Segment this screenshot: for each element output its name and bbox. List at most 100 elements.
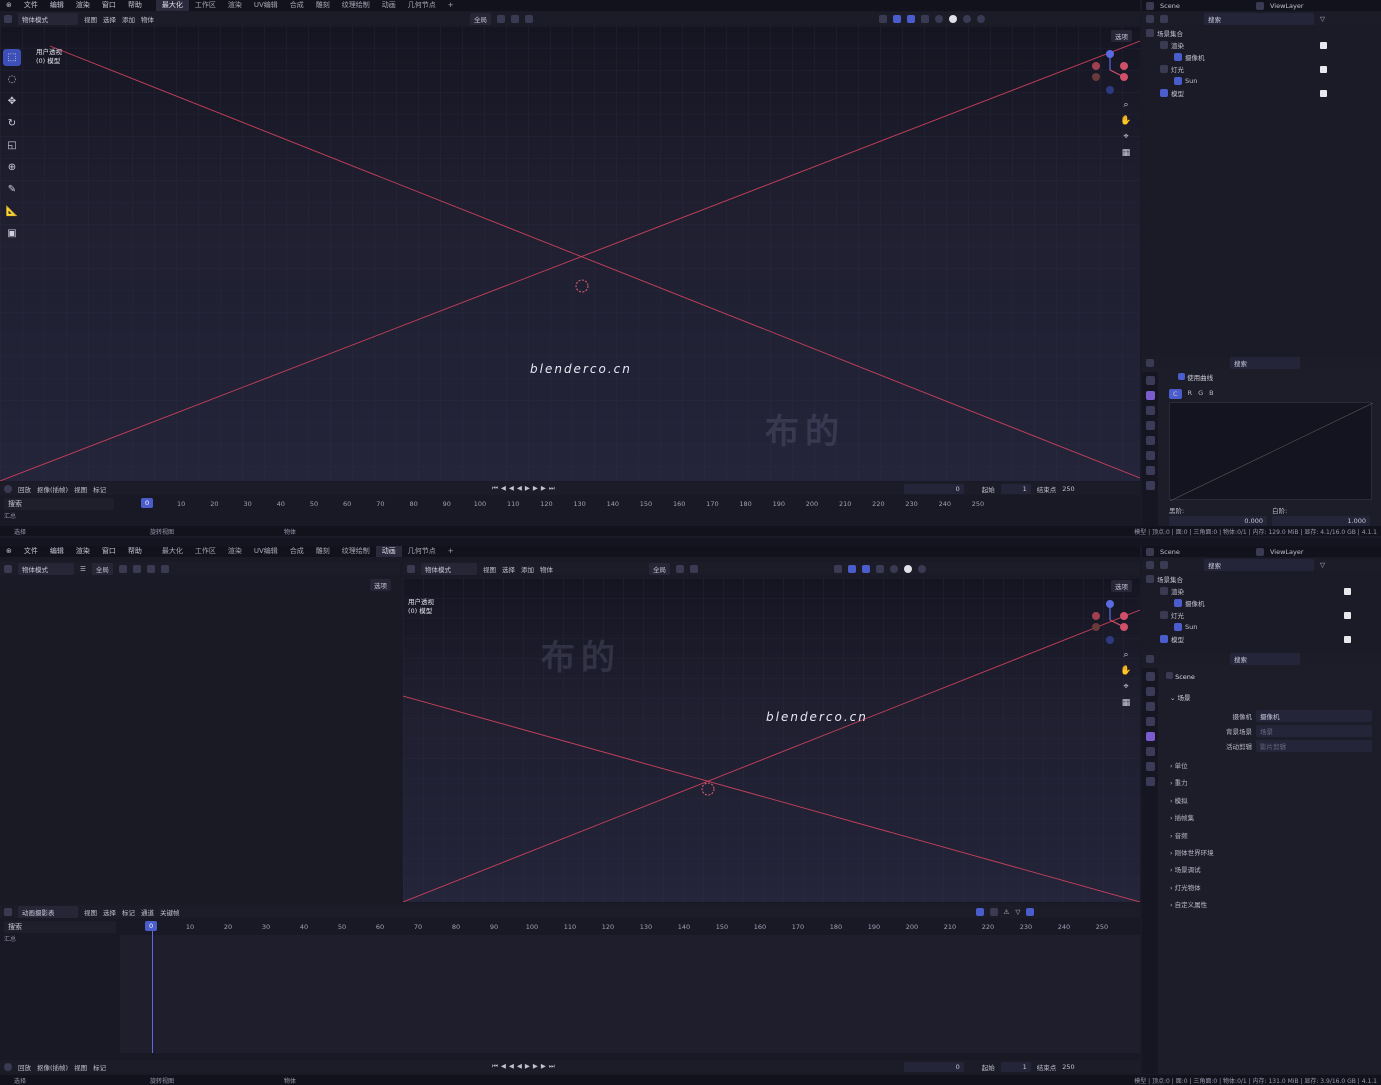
gizmo-icon[interactable] <box>848 564 856 573</box>
properties-search[interactable]: 搜索 <box>1230 652 1300 665</box>
only-selected-icon[interactable] <box>975 907 984 916</box>
end-frame-field[interactable]: 250 <box>1062 1063 1074 1071</box>
background-scene-field[interactable]: 场景 <box>1256 725 1372 737</box>
gizmo-icon[interactable] <box>893 14 901 23</box>
outliner-type-icon[interactable] <box>1146 560 1154 569</box>
shading-wire-icon[interactable] <box>935 14 943 23</box>
menu-keyframe[interactable]: 关键帧 <box>160 907 180 917</box>
checkbox-icon[interactable] <box>1344 587 1351 595</box>
proportional-edit-icon[interactable] <box>525 14 533 23</box>
panel-audio[interactable]: › 音频 <box>1170 830 1214 840</box>
view-layer-tab-icon[interactable] <box>1145 421 1155 430</box>
shading-material-icon[interactable] <box>963 14 971 23</box>
frame-ruler[interactable]: 10 20 30 40 50 60 70 80 90 100 110 120 130 140 150 160 1… <box>148 497 984 510</box>
3d-viewport[interactable]: ⬚ ◌ ✥ ↻ ◱ ⊕ ✎ 📐 ▣ 用户透视 (0) 模型 选项 ⌕ ✋ ⌖ ▦… <box>0 26 1140 481</box>
menu-object[interactable]: 物体 <box>540 564 553 574</box>
panel-units[interactable]: › 单位 <box>1170 760 1214 770</box>
timeline-search[interactable]: 搜索 <box>4 498 114 510</box>
filter-display-icon[interactable] <box>1160 14 1168 23</box>
scene-collection-row[interactable]: 场景集合 <box>1146 27 1381 39</box>
editor-type-icon[interactable] <box>4 564 12 573</box>
tab-sculpt[interactable]: 雕刻 <box>310 0 336 11</box>
tab-compositing[interactable]: 合成 <box>284 0 310 11</box>
start-frame-field[interactable]: 1 <box>1000 1061 1031 1072</box>
menu-edit[interactable]: 编辑 <box>44 546 70 557</box>
pivot-icon[interactable] <box>676 564 684 573</box>
camera-field[interactable]: 摄像机 <box>1256 710 1372 722</box>
tab-uv[interactable]: UV编辑 <box>248 0 284 11</box>
world-tab-icon[interactable] <box>1145 747 1155 756</box>
filter-display-icon[interactable] <box>1160 560 1168 569</box>
snap-icon[interactable] <box>690 564 698 573</box>
use-curve-row[interactable]: 使用曲线 <box>1178 372 1213 382</box>
filter-icon[interactable]: ▽ <box>1320 15 1325 23</box>
select-tool-icon[interactable]: ⬚ <box>3 49 21 66</box>
channel-b[interactable]: B <box>1209 389 1213 399</box>
mode-dropdown[interactable]: 物体模式 <box>421 562 477 575</box>
menu-render[interactable]: 渲染 <box>70 546 96 557</box>
overlay-icon[interactable] <box>907 14 915 23</box>
tool-tab-icon[interactable] <box>1145 376 1155 385</box>
output-tab-icon[interactable] <box>1145 702 1155 711</box>
menu-select[interactable]: 选择 <box>103 907 116 917</box>
shading-solid-icon[interactable] <box>904 564 912 573</box>
view-layer-name[interactable]: ViewLayer <box>1270 548 1304 556</box>
properties-search[interactable]: 搜索 <box>1230 356 1300 369</box>
tool-tab-icon[interactable] <box>1145 672 1155 681</box>
mode-dropdown[interactable]: 物体模式 <box>18 12 78 25</box>
dope-sheet-mode-dropdown[interactable]: 动画摄影表 <box>18 905 78 918</box>
render-tab-icon[interactable] <box>1145 391 1155 400</box>
transform-orientation-dropdown[interactable]: 全局 <box>649 562 670 575</box>
menu-marker[interactable]: 标记 <box>122 907 135 917</box>
panel-light-objects[interactable]: › 灯光物体 <box>1170 882 1214 892</box>
frame-ruler[interactable]: 10 20 30 40 50 60 70 80 90 100 110 120 130 140 150 160 1… <box>152 920 1108 933</box>
rotate-tool-icon[interactable]: ↻ <box>3 115 21 132</box>
current-frame-field[interactable]: 0 <box>903 483 964 494</box>
xray-icon[interactable] <box>921 14 929 23</box>
menu-help[interactable]: 帮助 <box>122 0 148 11</box>
editor-type-icon[interactable] <box>4 14 12 23</box>
checkbox-icon[interactable] <box>1320 65 1327 73</box>
scene-collection-row[interactable]: 场景集合 <box>1146 573 1381 585</box>
tab-texture-paint[interactable]: 纹理绘制 <box>336 546 376 557</box>
menu-file[interactable]: 文件 <box>18 546 44 557</box>
menu-window[interactable]: 窗口 <box>96 0 122 11</box>
playback-controls[interactable]: ⏮◀◀◀▶▶▶⏭ <box>492 484 558 493</box>
menu-help[interactable]: 帮助 <box>122 546 148 557</box>
editor-type-icon[interactable] <box>4 907 12 916</box>
visibility-icon[interactable] <box>879 14 887 23</box>
tab-geometry-nodes[interactable]: 几何节点 <box>402 546 442 557</box>
annotate-tool-icon[interactable]: ✎ <box>3 181 21 198</box>
navigation-gizmo[interactable] <box>1088 598 1138 648</box>
hamburger-menu-icon[interactable]: ☰ <box>80 565 86 573</box>
menu-add[interactable]: 添加 <box>521 564 534 574</box>
timeline-type-icon[interactable] <box>4 484 12 493</box>
scene-tab-icon[interactable] <box>1145 732 1155 741</box>
properties-type-icon[interactable] <box>1146 358 1154 367</box>
black-level-field[interactable]: 0.000 <box>1169 516 1267 526</box>
view-layer-tab-icon[interactable] <box>1145 717 1155 726</box>
tab-render[interactable]: 渲染 <box>222 0 248 11</box>
current-frame-indicator[interactable]: 0 <box>145 921 158 931</box>
panel-keying-sets[interactable]: › 插帧集 <box>1170 812 1214 822</box>
curve-graph[interactable] <box>1169 402 1374 502</box>
scene-name[interactable]: Scene <box>1160 2 1220 10</box>
menu-view[interactable]: 视图 <box>483 564 496 574</box>
outliner-type-icon[interactable] <box>1146 14 1154 23</box>
white-level-field[interactable]: 1.000 <box>1272 516 1370 526</box>
menu-view[interactable]: 视图 <box>84 14 97 24</box>
outliner-row[interactable]: 渲染 <box>1146 585 1381 597</box>
menu-view[interactable]: 视图 <box>84 907 97 917</box>
warning-icon[interactable]: ⚠ <box>1004 908 1010 916</box>
panel-simulation[interactable]: › 模拟 <box>1170 795 1214 805</box>
transform-tool-icon[interactable]: ⊕ <box>3 159 21 176</box>
transform-orientation-dropdown[interactable]: 全局 <box>470 12 491 25</box>
properties-type-icon[interactable] <box>1146 654 1154 663</box>
left-options-button[interactable]: 选项 <box>370 579 391 591</box>
tab-sculpt[interactable]: 雕刻 <box>310 546 336 557</box>
checkbox-icon[interactable] <box>1320 89 1327 97</box>
outliner-row[interactable]: 摄像机 <box>1146 51 1381 63</box>
filter-icon[interactable]: ▽ <box>1320 561 1325 569</box>
tab-compositing[interactable]: 合成 <box>284 546 310 557</box>
tab-render[interactable]: 渲染 <box>222 546 248 557</box>
